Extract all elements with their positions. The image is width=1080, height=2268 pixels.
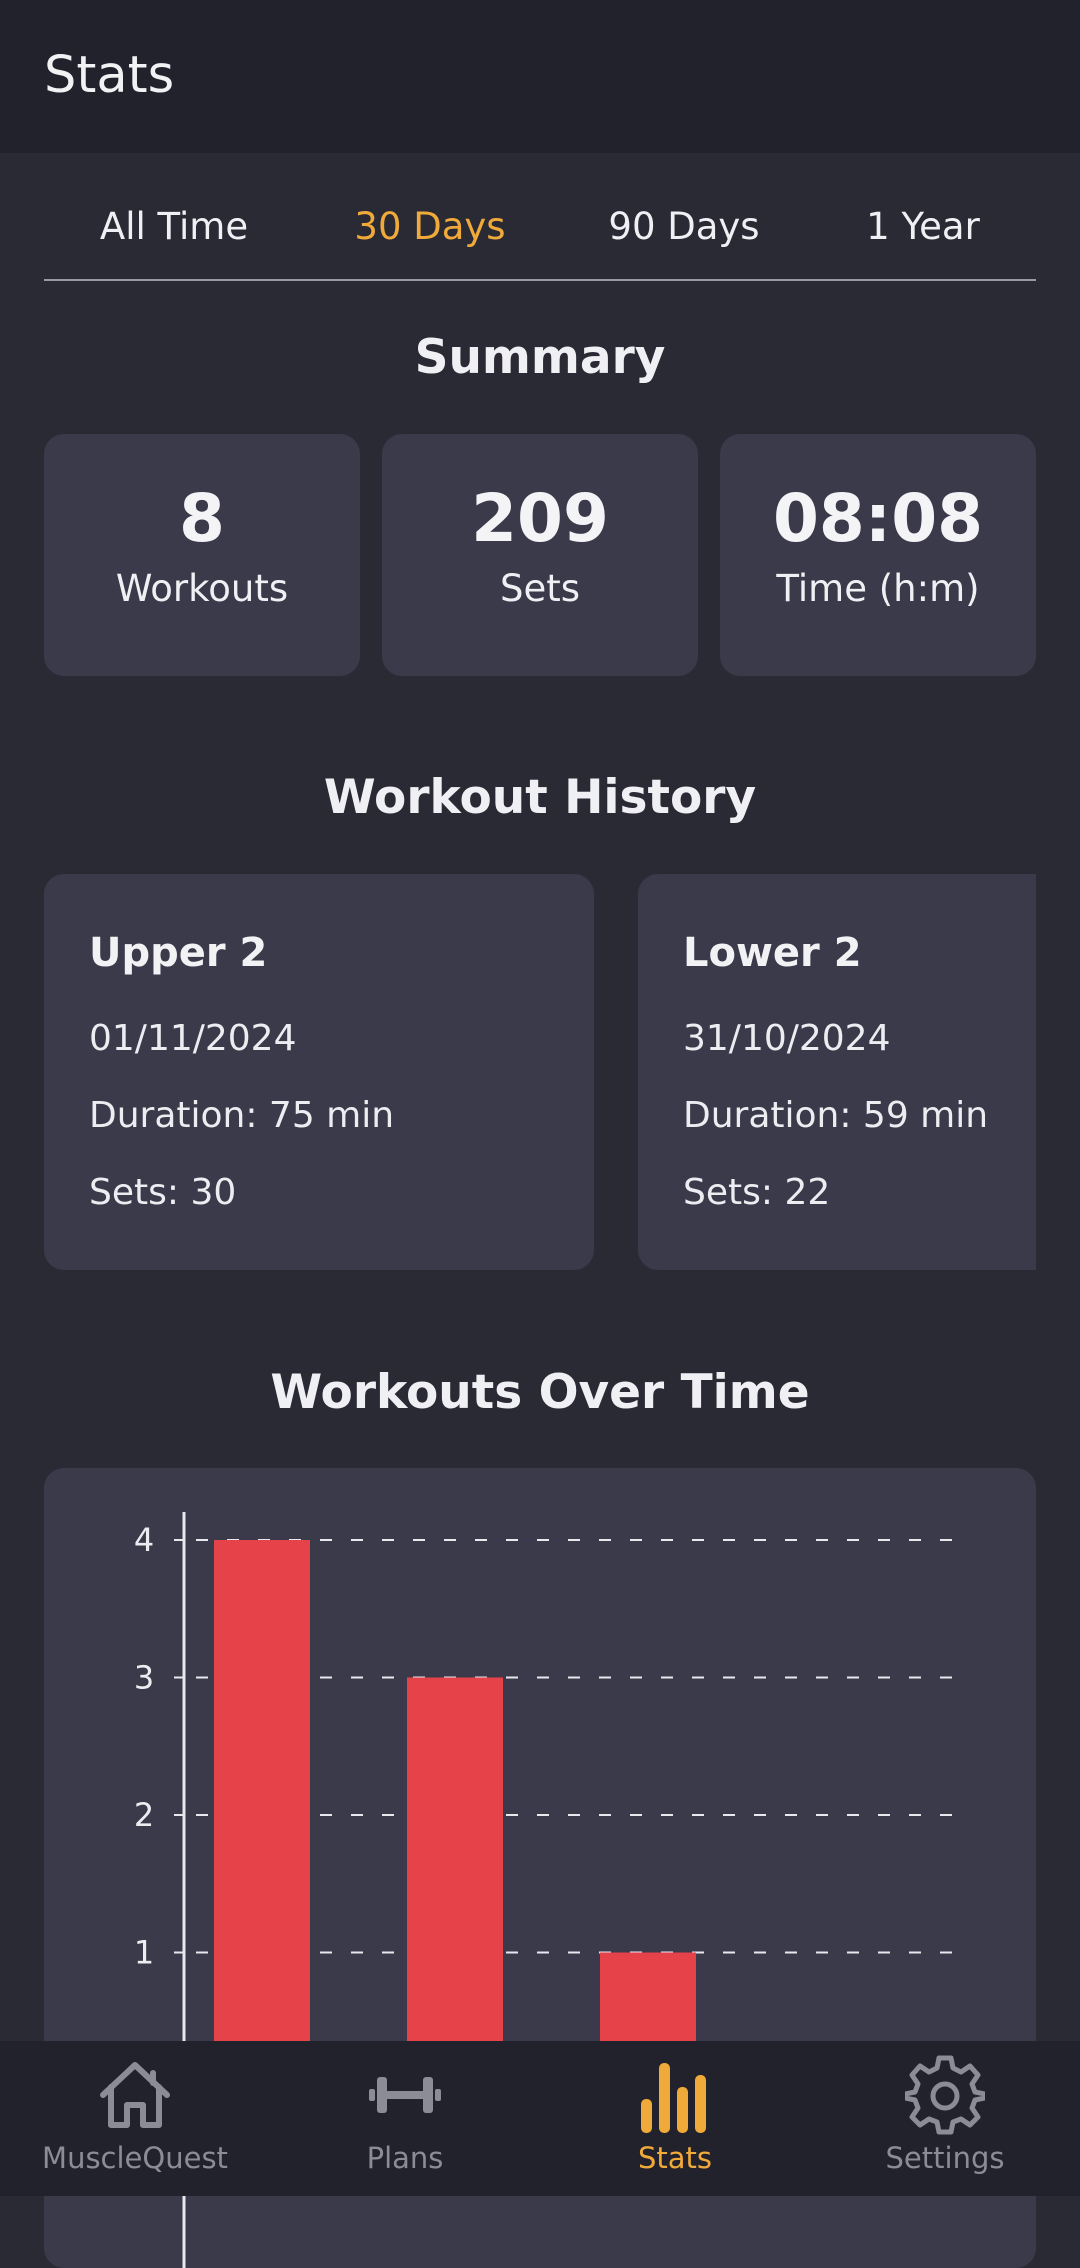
nav-label-stats: Stats bbox=[637, 2141, 713, 2175]
nav-item-settings[interactable]: Settings bbox=[810, 2041, 1080, 2196]
workout-sets: Sets: 30 bbox=[89, 1172, 237, 1213]
home-icon bbox=[100, 2062, 170, 2128]
workout-history-title: Workout History bbox=[323, 770, 757, 825]
bar bbox=[214, 1540, 310, 2090]
sets-label: Sets bbox=[499, 567, 581, 610]
workout-date: 31/10/2024 bbox=[683, 1018, 891, 1059]
nav-item-stats[interactable]: Stats bbox=[540, 2041, 810, 2196]
tab-1-year[interactable]: 1 Year bbox=[866, 205, 980, 248]
time-label: Time (h:m) bbox=[776, 567, 980, 610]
time-value: 08:08 bbox=[772, 480, 984, 557]
workout-history-card[interactable]: Lower 2 31/10/2024 Duration: 59 min Sets… bbox=[638, 874, 1036, 1270]
summary-card-sets: 209 Sets bbox=[382, 434, 698, 676]
workouts-label: Workouts bbox=[115, 567, 289, 610]
y-tick-label: 2 bbox=[134, 1796, 154, 1834]
workout-sets: Sets: 22 bbox=[683, 1172, 831, 1213]
summary-title: Summary bbox=[414, 330, 666, 385]
app-header: Stats bbox=[0, 0, 1080, 153]
tabs-divider bbox=[44, 279, 1036, 281]
summary-card-time: 08:08 Time (h:m) bbox=[720, 434, 1036, 676]
tab-all-time[interactable]: All Time bbox=[100, 205, 248, 248]
tab-30-days[interactable]: 30 Days bbox=[354, 205, 505, 248]
gear-icon bbox=[905, 2055, 985, 2135]
workout-duration: Duration: 59 min bbox=[683, 1095, 989, 1136]
sets-count: 209 bbox=[471, 480, 609, 557]
bottom-nav: MuscleQuest Plans Stats Settings bbox=[0, 2041, 1080, 2196]
nav-label-plans: Plans bbox=[366, 2141, 444, 2175]
nav-item-plans[interactable]: Plans bbox=[270, 2041, 540, 2196]
workout-history-card[interactable]: Upper 2 01/11/2024 Duration: 75 min Sets… bbox=[44, 874, 594, 1270]
dumbbell-icon bbox=[369, 2077, 441, 2113]
time-range-tabs: All Time 30 Days 90 Days 1 Year bbox=[0, 153, 1080, 281]
nav-label-musclequest: MuscleQuest bbox=[42, 2141, 228, 2175]
summary-card-workouts: 8 Workouts bbox=[44, 434, 360, 676]
workout-duration: Duration: 75 min bbox=[89, 1095, 395, 1136]
nav-label-settings: Settings bbox=[885, 2141, 1005, 2175]
y-tick-label: 4 bbox=[134, 1521, 154, 1559]
bar bbox=[407, 1677, 503, 2090]
page-title: Stats bbox=[44, 46, 175, 105]
workout-date: 01/11/2024 bbox=[89, 1018, 297, 1059]
workouts-over-time-title: Workouts Over Time bbox=[270, 1365, 810, 1420]
workout-name: Lower 2 bbox=[683, 930, 862, 976]
nav-item-musclequest[interactable]: MuscleQuest bbox=[0, 2041, 270, 2196]
y-tick-label: 3 bbox=[134, 1659, 154, 1697]
workout-name: Upper 2 bbox=[89, 930, 268, 976]
tab-90-days[interactable]: 90 Days bbox=[608, 205, 759, 248]
bar-chart-icon bbox=[641, 2063, 706, 2133]
workouts-count: 8 bbox=[179, 480, 225, 557]
y-tick-label: 1 bbox=[134, 1934, 154, 1972]
workout-history-carousel[interactable]: Upper 2 01/11/2024 Duration: 75 min Sets… bbox=[44, 874, 1036, 1270]
